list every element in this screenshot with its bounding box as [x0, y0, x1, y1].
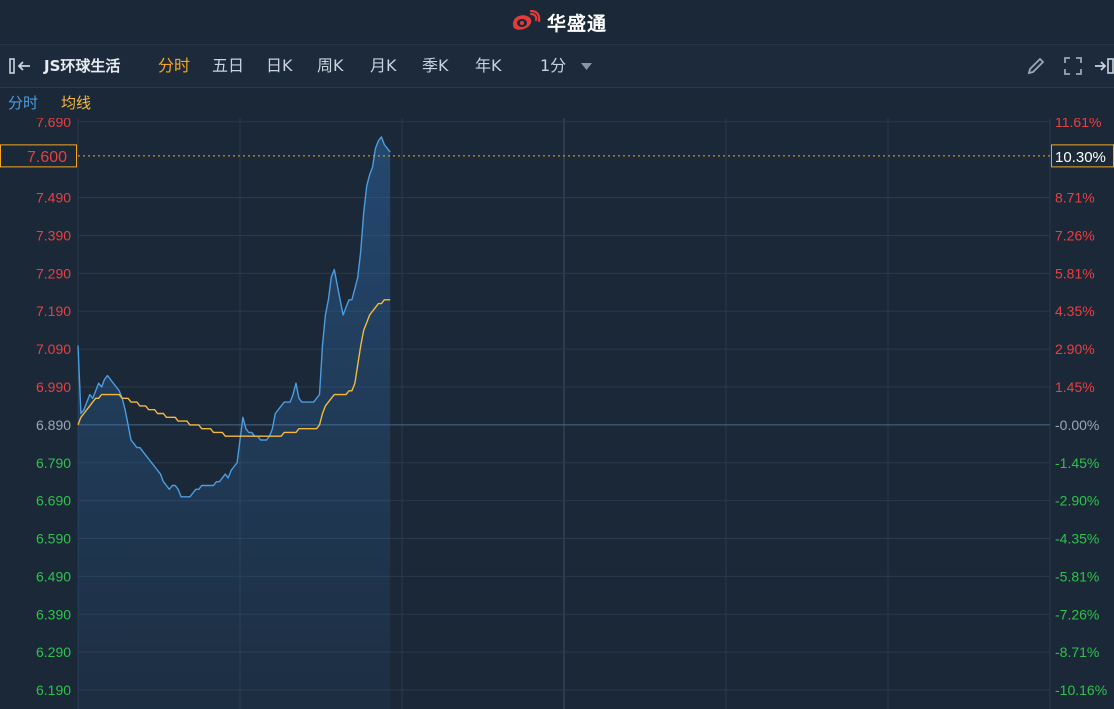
y-tick-label: 7.490: [36, 190, 71, 206]
tab-yearly-k[interactable]: 年K: [475, 45, 502, 87]
y-tick-label: 6.290: [36, 644, 71, 660]
current-pct-label: 10.30%: [1055, 149, 1106, 166]
y-tick-label: 7.390: [36, 227, 71, 243]
y-tick-label: 6.990: [36, 379, 71, 395]
pct-tick-label: 2.90%: [1055, 341, 1095, 357]
pct-tick-label: 5.81%: [1055, 265, 1095, 281]
legend-price-line: 分时: [8, 94, 39, 112]
pct-tick-label: -10.16%: [1055, 682, 1107, 698]
current-price-label: 7.600: [27, 149, 67, 166]
pct-tick-label: -8.71%: [1055, 644, 1099, 660]
pct-tick-label: -4.35%: [1055, 531, 1099, 547]
weibo-eye-icon: [512, 10, 541, 30]
chart-legend: 分时 均线: [0, 88, 1114, 118]
expand-panel-icon[interactable]: [1094, 58, 1114, 74]
y-tick-label: 6.690: [36, 493, 71, 509]
pct-tick-label: -5.81%: [1055, 568, 1099, 584]
pct-tick-label: 1.45%: [1055, 379, 1095, 395]
tab-five-day[interactable]: 五日: [212, 45, 244, 87]
tab-daily-k[interactable]: 日K: [266, 45, 293, 87]
chart-toolbar: JS环球生活 分时 五日 日K 周K 月K 季K 年K 1分: [0, 45, 1114, 88]
tab-monthly-k[interactable]: 月K: [370, 45, 397, 87]
tab-weekly-k[interactable]: 周K: [317, 45, 344, 87]
pct-tick-label: 4.35%: [1055, 303, 1095, 319]
y-tick-label: 6.790: [36, 455, 71, 471]
interval-select[interactable]: 1分: [540, 45, 566, 87]
y-tick-label: 6.190: [36, 682, 71, 698]
pct-tick-label: 7.26%: [1055, 227, 1095, 243]
brand-logo: 华盛通: [507, 9, 607, 36]
y-tick-label: 7.190: [36, 303, 71, 319]
pencil-icon[interactable]: [1026, 56, 1046, 76]
brand-name: 华盛通: [546, 12, 607, 35]
collapse-sidebar-icon[interactable]: [9, 58, 33, 74]
pct-tick-label: -1.45%: [1055, 455, 1099, 471]
y-tick-label: 6.890: [36, 417, 71, 433]
pct-tick-label: -7.26%: [1055, 606, 1099, 622]
pct-tick-label: -0.00%: [1055, 417, 1099, 433]
y-tick-label: 6.390: [36, 606, 71, 622]
price-area-fill: [78, 136, 391, 709]
pct-tick-label: 8.71%: [1055, 190, 1095, 206]
intraday-chart[interactable]: 7.690 11.61% 7.490 8.71% 7.390 7.26% 7.290 5.81…: [0, 118, 1114, 709]
chevron-down-icon[interactable]: [581, 63, 592, 70]
pct-tick-label: 11.61%: [1055, 118, 1101, 130]
fullscreen-icon[interactable]: [1064, 57, 1082, 75]
stock-name: JS环球生活: [44, 57, 121, 75]
y-tick-label: 7.690: [36, 118, 71, 130]
y-tick-label: 7.290: [36, 265, 71, 281]
y-tick-label: 7.090: [36, 341, 71, 357]
legend-average-line: 均线: [61, 94, 92, 112]
pct-tick-label: -2.90%: [1055, 493, 1099, 509]
tab-intraday[interactable]: 分时: [158, 45, 190, 87]
tab-quarterly-k[interactable]: 季K: [422, 45, 449, 87]
y-tick-label: 6.490: [36, 568, 71, 584]
app-header: 华盛通: [0, 0, 1114, 45]
y-tick-label: 6.590: [36, 531, 71, 547]
